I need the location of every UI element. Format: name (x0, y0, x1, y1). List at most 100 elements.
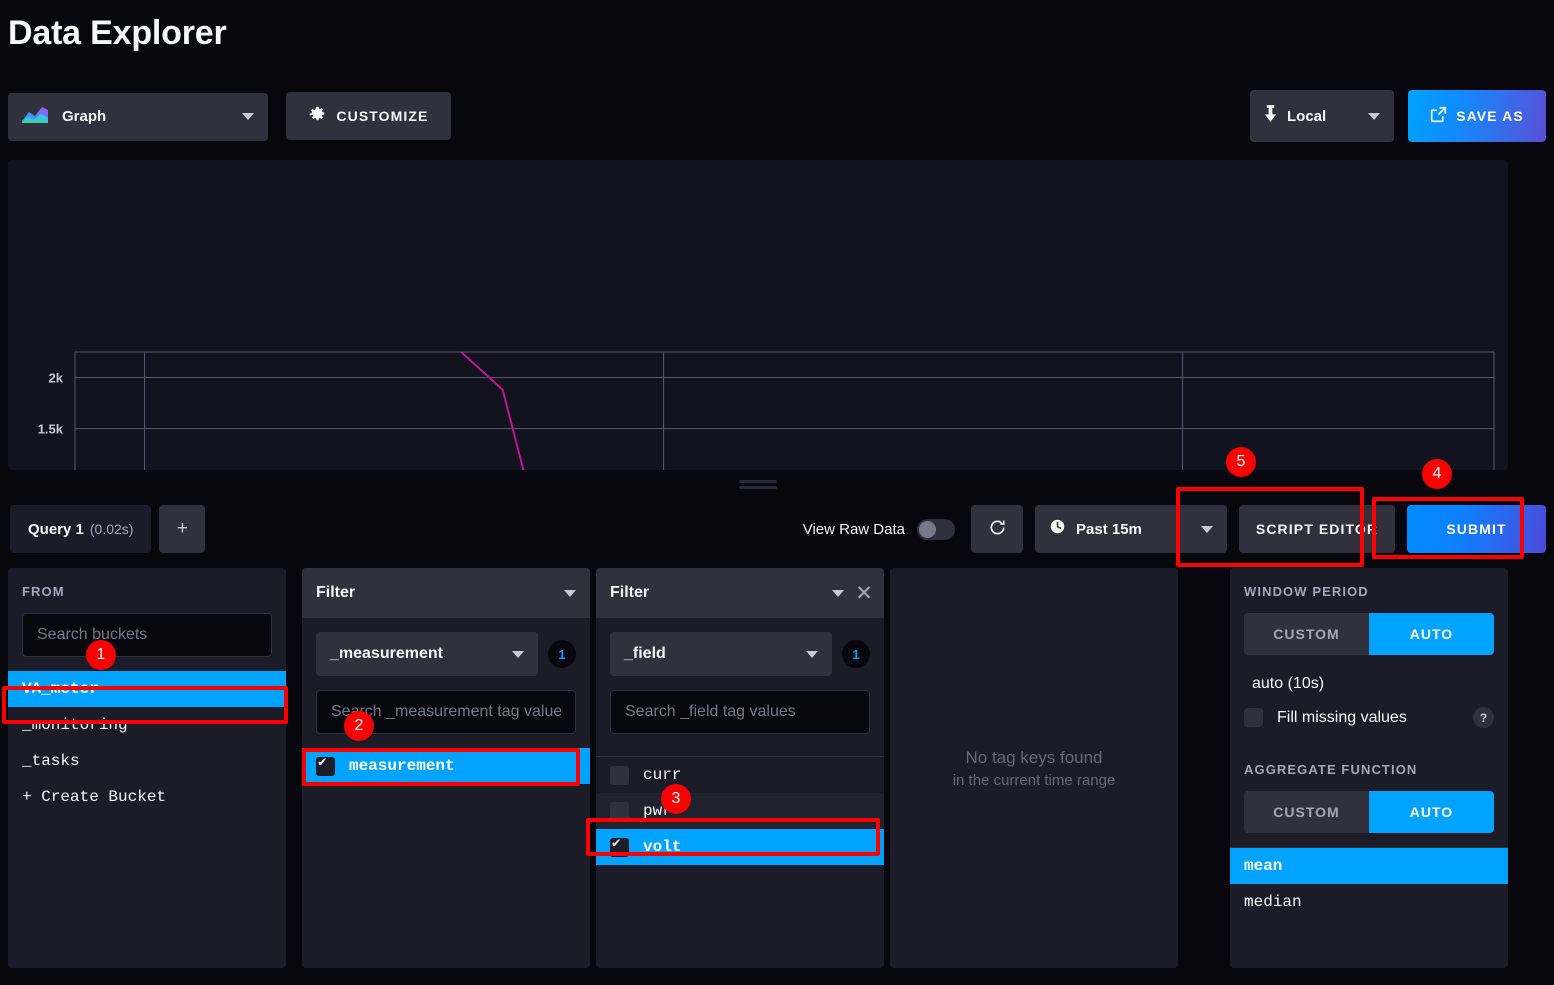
field-list-volt[interactable]: volt (596, 829, 884, 865)
script-editor-button[interactable]: SCRIPT EDITOR (1239, 505, 1395, 553)
value-label: volt (643, 838, 682, 856)
refresh-icon (988, 518, 1007, 540)
checkbox[interactable] (316, 754, 335, 776)
chevron-down-icon (512, 650, 524, 658)
query-tabs: Query 1 (0.02s) + (10, 505, 206, 553)
filter-header-label: Filter (316, 584, 356, 601)
measurement-tagkey-dropdown[interactable]: _measurement (316, 632, 538, 676)
value-label: measurement (349, 757, 455, 775)
chevron-down-icon (1368, 112, 1380, 120)
svg-text:2k: 2k (49, 371, 64, 386)
y-axis-ticks: 2k1.5k1k500 (38, 371, 64, 437)
value-label: pwr (643, 802, 672, 820)
fill-missing-values-row[interactable]: Fill missing values ? (1230, 693, 1508, 728)
fill-missing-values-checkbox[interactable] (1244, 708, 1263, 727)
export-icon (1430, 106, 1447, 126)
svg-text:1.5k: 1.5k (38, 422, 64, 437)
bucket-search-input[interactable] (22, 613, 272, 657)
measurement-value-list: measurement (302, 748, 590, 784)
fill-missing-values-label: Fill missing values (1277, 708, 1407, 726)
chevron-down-icon (564, 589, 576, 597)
time-range-dropdown[interactable]: Past 15m (1035, 505, 1227, 553)
measurement-search-input[interactable] (316, 690, 576, 734)
filter-measurement-panel: Filter _measurement 1 measurement (302, 568, 590, 968)
aggregation-panel: WINDOW PERIOD CUSTOM AUTO auto (10s) Fil… (1230, 568, 1508, 968)
chevron-down-icon (1201, 525, 1213, 533)
field-list-pwr[interactable]: pwr (596, 793, 884, 829)
local-label: Local (1287, 107, 1327, 125)
aggregate-auto-button[interactable]: AUTO (1369, 791, 1494, 833)
series-volt (460, 351, 525, 470)
line-chart[interactable]: 2k1.5k1k500 2024-08-09 15:10:002024-08-0… (8, 160, 1508, 470)
query-builder: FROM VA_meter_monitoring_tasks + Create … (8, 568, 1508, 968)
chevron-down-icon (242, 113, 254, 120)
checkbox[interactable] (610, 801, 629, 821)
close-icon[interactable]: ✕ (844, 568, 884, 618)
bucket-item-tasks[interactable]: _tasks (8, 743, 286, 779)
field-tagkey-row: _field 1 (596, 618, 884, 676)
checkbox[interactable] (610, 835, 629, 857)
aggregate-function-mean[interactable]: mean (1230, 848, 1508, 884)
query-tab[interactable]: Query 1 (0.02s) (10, 505, 152, 553)
bucket-list: VA_meter _monitoring _tasks (8, 671, 286, 779)
measurement-tagkey-label: _measurement (330, 645, 443, 662)
local-time-dropdown[interactable]: Local (1250, 90, 1394, 142)
query-tab-duration: (0.02s) (89, 521, 134, 537)
window-period-custom-button[interactable]: CUSTOM (1244, 613, 1369, 655)
aggregate-function-list: mean median (1230, 848, 1508, 920)
submit-button[interactable]: SUBMIT (1407, 505, 1546, 553)
view-raw-data-label: View Raw Data (802, 520, 905, 538)
filter-field-header[interactable]: Filter ✕ (596, 568, 884, 618)
aggregate-function-toggle: CUSTOM AUTO (1244, 791, 1494, 833)
from-panel: FROM VA_meter_monitoring_tasks + Create … (8, 568, 286, 968)
from-label: FROM (22, 584, 65, 599)
window-period-auto-button[interactable]: AUTO (1369, 613, 1494, 655)
add-query-button[interactable]: + (159, 505, 206, 553)
bucket-item-VA_meter[interactable]: VA_meter (8, 671, 286, 707)
chevron-down-icon (832, 589, 844, 597)
field-list-curr[interactable]: curr (596, 757, 884, 793)
aggregate-function-median[interactable]: median (1230, 884, 1508, 920)
filter-field-panel: Filter ✕ _field 1 curr pwr volt (596, 568, 884, 968)
filter-header-label: Filter (610, 584, 650, 601)
page-title: Data Explorer (8, 14, 227, 52)
tag-keys-empty-title: No tag keys found (965, 747, 1103, 767)
value-label: curr (643, 766, 682, 784)
aggregate-function-label: AGGREGATE FUNCTION (1244, 762, 1418, 777)
view-raw-data-control[interactable]: View Raw Data (802, 518, 955, 540)
query-tab-name: Query 1 (28, 520, 84, 538)
view-raw-data-toggle[interactable] (917, 518, 955, 540)
chart-gridlines (74, 351, 1495, 470)
aggregate-custom-button[interactable]: CUSTOM (1244, 791, 1369, 833)
visualization-type-label: Graph (62, 108, 107, 125)
filter-measurement-header[interactable]: Filter (302, 568, 590, 618)
bucket-item-monitoring[interactable]: _monitoring (8, 707, 286, 743)
chevron-down-icon (806, 650, 818, 658)
customize-label: CUSTOMIZE (336, 108, 429, 124)
measurement-list-measurement[interactable]: measurement (302, 748, 590, 784)
field-search-input[interactable] (610, 690, 870, 734)
field-tagkey-dropdown[interactable]: _field (610, 632, 832, 676)
create-bucket-button[interactable]: + Create Bucket (8, 779, 286, 815)
query-controls: View Raw Data Past 15m SCRIPT EDITOR SUB… (803, 505, 1546, 553)
clock-icon (1049, 518, 1066, 540)
toolbar: Graph CUSTOMIZE (8, 92, 452, 141)
tag-keys-panel: No tag keys found in the current time ra… (890, 568, 1178, 968)
measurement-selected-count: 1 (548, 640, 576, 668)
field-tagkey-label: _field (624, 645, 666, 662)
customize-button[interactable]: CUSTOMIZE (286, 92, 452, 140)
refresh-button[interactable] (971, 505, 1023, 553)
panel-resize-handle[interactable] (739, 480, 777, 491)
save-as-label: SAVE AS (1456, 108, 1524, 124)
graph-icon (22, 105, 48, 128)
chart-series (460, 351, 525, 470)
gear-icon (309, 106, 326, 126)
window-period-value: auto (10s) (1252, 675, 1325, 692)
measurement-tagkey-row: _measurement 1 (302, 618, 590, 676)
help-icon[interactable]: ? (1473, 707, 1494, 728)
window-period-label: WINDOW PERIOD (1244, 584, 1369, 599)
checkbox[interactable] (610, 765, 629, 785)
save-as-button[interactable]: SAVE AS (1408, 90, 1546, 142)
visualization-type-dropdown[interactable]: Graph (8, 92, 268, 141)
graph-card: 2k1.5k1k500 2024-08-09 15:10:002024-08-0… (8, 160, 1508, 470)
